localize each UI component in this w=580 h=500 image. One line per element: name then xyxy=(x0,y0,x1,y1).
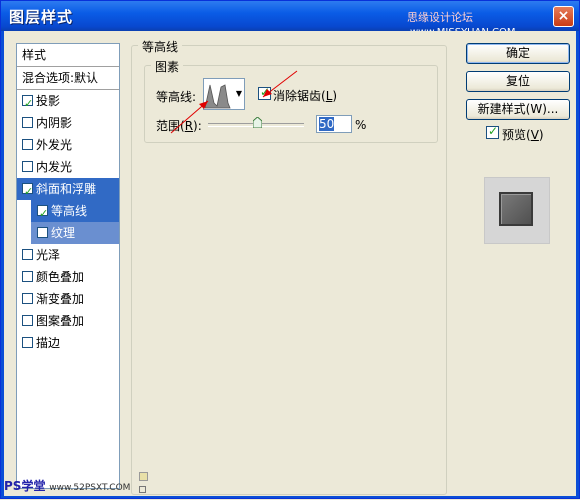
style-item-label: 渐变叠加 xyxy=(36,292,85,306)
range-label: 范围(R): xyxy=(156,119,202,133)
color-overlay-checkbox[interactable] xyxy=(22,271,33,282)
pattern-overlay-checkbox[interactable] xyxy=(22,315,33,326)
styles-list: 样式 混合选项:默认 ✓ 投影 内阴影 外发光 内发光 ✓ 斜面和浮雕 ✓ 等高… xyxy=(16,43,120,489)
satin-checkbox[interactable] xyxy=(22,249,33,260)
contour-label: 等高线: xyxy=(156,90,197,104)
ok-button[interactable]: 确定 xyxy=(466,43,570,64)
style-item-texture[interactable]: 纹理 xyxy=(31,222,119,244)
style-item-label: 等高线 xyxy=(51,204,88,218)
contour-dropdown-arrow[interactable]: ▼ xyxy=(234,78,245,110)
window-title: 图层样式 xyxy=(9,8,74,26)
style-item-gradient-overlay[interactable]: 渐变叠加 xyxy=(17,288,119,310)
style-item-label: 内阴影 xyxy=(36,116,73,130)
style-item-label: 纹理 xyxy=(51,226,76,240)
preview-swatch xyxy=(499,192,533,226)
inner-shadow-checkbox[interactable] xyxy=(22,117,33,128)
style-item-outer-glow[interactable]: 外发光 xyxy=(17,134,119,156)
style-item-label: 投影 xyxy=(36,94,61,108)
range-input[interactable]: 50 xyxy=(316,115,352,133)
range-slider-thumb[interactable] xyxy=(253,117,262,128)
antialias-checkbox[interactable]: ✓ xyxy=(258,85,271,100)
style-item-label: 光泽 xyxy=(36,248,61,262)
layer-style-dialog: 图层样式 思缘设计论坛www.MISSYUAN.COM × 样式 混合选项:默认… xyxy=(0,0,580,499)
style-item-satin[interactable]: 光泽 xyxy=(17,244,119,266)
inner-glow-checkbox[interactable] xyxy=(22,161,33,172)
outer-glow-checkbox[interactable] xyxy=(22,139,33,150)
style-item-inner-shadow[interactable]: 内阴影 xyxy=(17,112,119,134)
contour-curve-icon xyxy=(204,84,231,109)
range-unit: % xyxy=(355,118,367,132)
style-item-label: 内发光 xyxy=(36,160,73,174)
style-item-label: 外发光 xyxy=(36,138,73,152)
title-bar[interactable]: 图层样式 思缘设计论坛www.MISSYUAN.COM × xyxy=(1,1,579,38)
bevel-emboss-checkbox[interactable]: ✓ xyxy=(22,183,33,198)
styles-list-header[interactable]: 样式 xyxy=(17,44,119,67)
style-item-pattern-overlay[interactable]: 图案叠加 xyxy=(17,310,119,332)
style-item-drop-shadow[interactable]: ✓ 投影 xyxy=(17,90,119,112)
style-item-label: 图案叠加 xyxy=(36,314,85,328)
contour-group-title: 等高线 xyxy=(138,38,183,55)
antialias-label: 消除锯齿(L) xyxy=(273,89,338,103)
preview-checkbox[interactable]: ✓ xyxy=(486,124,499,139)
elements-group-title: 图素 xyxy=(151,58,184,75)
close-button[interactable]: × xyxy=(553,6,574,27)
style-item-label: 颜色叠加 xyxy=(36,270,85,284)
drop-shadow-checkbox[interactable]: ✓ xyxy=(22,95,33,110)
stroke-checkbox[interactable] xyxy=(22,337,33,348)
new-style-button[interactable]: 新建样式(W)... xyxy=(466,99,570,120)
chevron-down-icon: ▼ xyxy=(235,89,243,98)
style-item-color-overlay[interactable]: 颜色叠加 xyxy=(17,266,119,288)
contour-checkbox[interactable]: ✓ xyxy=(37,205,48,220)
style-item-stroke[interactable]: 描边 xyxy=(17,332,119,354)
dialog-body: 样式 混合选项:默认 ✓ 投影 内阴影 外发光 内发光 ✓ 斜面和浮雕 ✓ 等高… xyxy=(4,31,576,496)
style-item-label: 斜面和浮雕 xyxy=(36,182,97,196)
footer-watermark: PS学堂 www.52PSXT.COM xyxy=(4,479,131,493)
contour-picker[interactable] xyxy=(203,78,236,110)
texture-checkbox[interactable] xyxy=(37,227,48,238)
style-item-inner-glow[interactable]: 内发光 xyxy=(17,156,119,178)
check-icon: ✓ xyxy=(488,124,499,138)
gradient-overlay-checkbox[interactable] xyxy=(22,293,33,304)
preview-label: 预览(V) xyxy=(502,128,544,142)
style-preview xyxy=(484,177,550,244)
resize-grip-icon xyxy=(139,486,146,493)
style-item-bevel-emboss[interactable]: ✓ 斜面和浮雕 xyxy=(17,178,119,200)
style-item-label: 描边 xyxy=(36,336,61,350)
resize-grip-icon xyxy=(139,472,148,481)
check-icon: ✓ xyxy=(260,85,271,99)
reset-button[interactable]: 复位 xyxy=(466,71,570,92)
blend-options-item[interactable]: 混合选项:默认 xyxy=(17,67,119,90)
style-item-contour[interactable]: ✓ 等高线 xyxy=(31,200,119,222)
